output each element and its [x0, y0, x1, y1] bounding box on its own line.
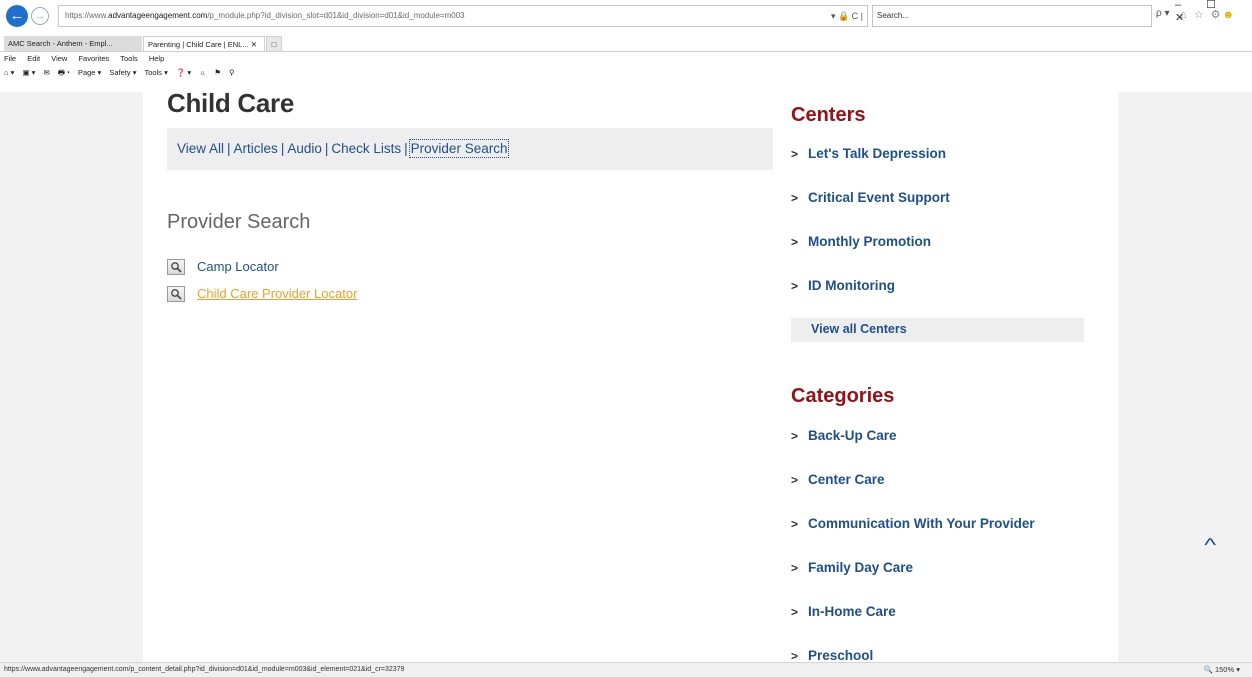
content-type-nav: View All | Articles | Audio | Check Lists | Prov… — [167, 128, 773, 170]
page-content: Child Care View All | Articles | Audio | Check… — [143, 92, 1118, 662]
chevron-right-icon: > — [791, 279, 799, 293]
help-icon[interactable]: ❓ ▾ — [176, 68, 191, 77]
command-bar: ⌂ ▾ ▣ ▾ ✉ 🖶 ▾ Page ▾ Safety ▾ Tools ▾ ❓ … — [4, 67, 241, 81]
menu-favorites[interactable]: Favorites — [78, 54, 109, 63]
window-controls[interactable]: – ☐ ✕ — [1175, 0, 1252, 24]
category-item-preschool[interactable]: > Preschool — [791, 648, 873, 662]
child-care-provider-locator-link[interactable]: Child Care Provider Locator — [197, 286, 357, 301]
category-item-label[interactable]: In-Home Care — [808, 604, 896, 619]
scroll-to-top-icon[interactable]: ^ — [1204, 535, 1216, 556]
settings-icon[interactable]: ☼ — [199, 68, 206, 77]
subnav-separator: | — [227, 141, 231, 156]
page-menu[interactable]: Page ▾ — [78, 68, 101, 77]
category-item-in-home-care[interactable]: > In-Home Care — [791, 604, 896, 619]
chevron-right-icon: > — [791, 561, 799, 575]
subnav-audio[interactable]: Audio — [287, 141, 322, 156]
status-bar: https://www.advantageengagement.com/p_co… — [0, 662, 1252, 677]
chevron-right-icon: > — [791, 649, 799, 662]
url-prefix: https://www. — [65, 11, 109, 20]
subnav-separator: | — [324, 141, 329, 156]
browser-chrome: ← → https://www.advantageengagement.com/… — [0, 0, 1252, 92]
category-item-family-day-care[interactable]: > Family Day Care — [791, 560, 913, 575]
categories-heading: Categories — [791, 385, 895, 407]
category-item-label[interactable]: Center Care — [808, 472, 885, 487]
chevron-right-icon: > — [791, 191, 799, 205]
center-item-label[interactable]: Critical Event Support — [808, 190, 950, 205]
home-icon[interactable]: ⌂ ▾ — [4, 68, 14, 77]
category-item-label[interactable]: Communication With Your Provider — [808, 516, 1035, 531]
flag-icon[interactable]: ⚑ — [214, 68, 221, 77]
menu-view[interactable]: View — [51, 54, 67, 63]
url-tools[interactable]: ▾ 🔒 C | — [831, 6, 863, 26]
page-title: Child Care — [167, 92, 295, 118]
subnav-view-all[interactable]: View All — [177, 141, 224, 156]
locator-row[interactable]: Camp Locator — [167, 258, 279, 276]
subnav-provider-search[interactable]: Provider Search — [408, 139, 510, 158]
address-row: ← → https://www.advantageengagement.com/… — [0, 0, 1252, 34]
mail-icon[interactable]: ✉ — [44, 68, 50, 77]
menu-file[interactable]: File — [4, 54, 16, 63]
chevron-right-icon: > — [791, 517, 799, 531]
center-item-label[interactable]: ID Monitoring — [808, 278, 895, 293]
center-item-critical-event-support[interactable]: > Critical Event Support — [791, 190, 950, 205]
menu-tools[interactable]: Tools — [120, 54, 138, 63]
magnifier-icon[interactable] — [167, 285, 185, 302]
subnav-articles[interactable]: Articles — [234, 141, 278, 156]
tab-parenting-child-care[interactable]: Parenting | Child Care | ENL... ✕ — [143, 36, 265, 52]
url-host: advantageengagement.com — [108, 11, 208, 20]
new-tab-button[interactable]: □ — [266, 36, 282, 52]
search-icon[interactable]: ρ ▾ — [1156, 8, 1170, 19]
url-path: /p_module.php?id_division_slot=d01&id_di… — [207, 11, 465, 20]
center-item-id-monitoring[interactable]: > ID Monitoring — [791, 278, 895, 293]
search-input[interactable]: Search... — [872, 5, 1152, 27]
safety-menu[interactable]: Safety ▾ — [109, 68, 136, 77]
chevron-right-icon: > — [791, 147, 799, 161]
print-icon[interactable]: 🖶 ▾ — [58, 68, 70, 77]
category-item-communication[interactable]: > Communication With Your Provider — [791, 516, 1035, 531]
center-item-lets-talk-depression[interactable]: > Let's Talk Depression — [791, 146, 946, 161]
menu-bar: File Edit View Favorites Tools Help — [4, 54, 173, 66]
tools-menu[interactable]: Tools ▾ — [145, 68, 168, 77]
subnav-separator: | — [404, 141, 408, 156]
back-button[interactable]: ← — [6, 5, 28, 27]
subnav-check-lists[interactable]: Check Lists — [331, 141, 401, 156]
category-item-label[interactable]: Preschool — [808, 648, 873, 662]
forward-button[interactable]: → — [31, 7, 49, 25]
center-item-label[interactable]: Let's Talk Depression — [808, 146, 946, 161]
locator-row[interactable]: Child Care Provider Locator — [167, 285, 357, 303]
view-all-centers-button[interactable]: View all Centers — [791, 318, 1084, 342]
category-item-label[interactable]: Back-Up Care — [808, 428, 897, 443]
subnav-separator: | — [280, 141, 285, 156]
centers-heading: Centers — [791, 104, 866, 126]
menu-help[interactable]: Help — [149, 54, 164, 63]
address-bar[interactable]: https://www.advantageengagement.com/p_mo… — [58, 5, 868, 27]
research-icon[interactable]: ⚲ — [229, 68, 235, 77]
category-item-label[interactable]: Family Day Care — [808, 560, 913, 575]
tab-divider — [0, 51, 1252, 52]
center-item-label[interactable]: Monthly Promotion — [808, 234, 931, 249]
tab-bar: AMC Search - Anthem - Empl... Parenting … — [0, 36, 1252, 52]
feeds-icon[interactable]: ▣ ▾ — [22, 68, 35, 77]
chevron-right-icon: > — [791, 473, 799, 487]
chevron-right-icon: > — [791, 605, 799, 619]
zoom-control[interactable]: 🔍 150% ▾ — [1204, 663, 1240, 677]
chevron-right-icon: > — [791, 429, 799, 443]
category-item-back-up-care[interactable]: > Back-Up Care — [791, 428, 897, 443]
tab-amc-search[interactable]: AMC Search - Anthem - Empl... — [4, 36, 142, 52]
camp-locator-link[interactable]: Camp Locator — [197, 259, 279, 274]
category-item-center-care[interactable]: > Center Care — [791, 472, 885, 487]
chevron-right-icon: > — [791, 235, 799, 249]
center-item-monthly-promotion[interactable]: > Monthly Promotion — [791, 234, 931, 249]
section-heading: Provider Search — [167, 211, 311, 233]
magnifier-icon[interactable] — [167, 258, 185, 275]
menu-edit[interactable]: Edit — [27, 54, 40, 63]
status-url: https://www.advantageengagement.com/p_co… — [4, 666, 405, 673]
